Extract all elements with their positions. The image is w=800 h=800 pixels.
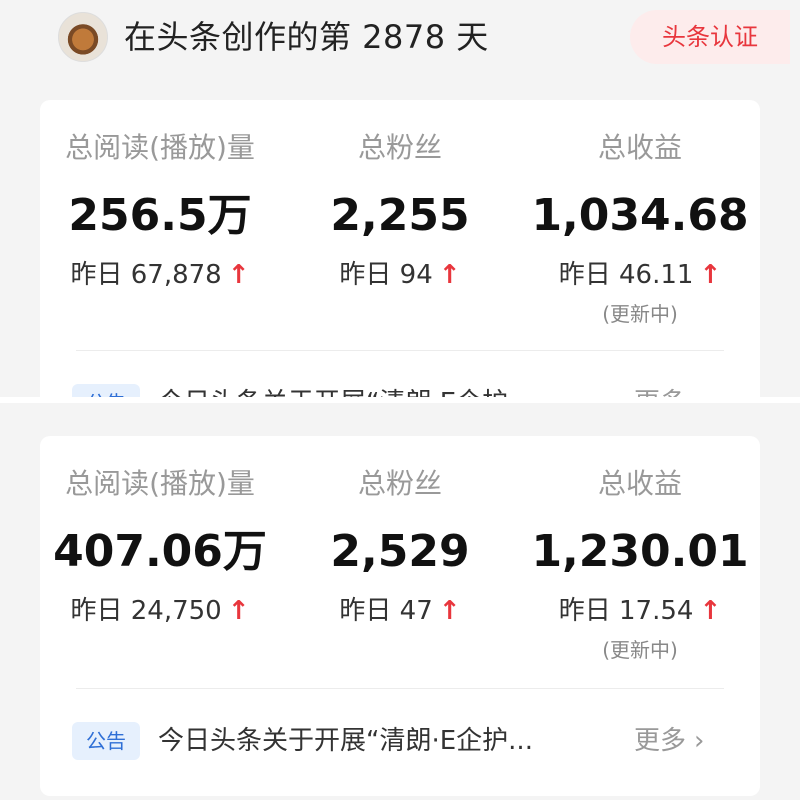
arrow-up-icon: ↑: [227, 260, 250, 290]
updating-note: (更新中): [602, 638, 678, 662]
stat-delta: 昨日 47 ↑: [280, 591, 520, 631]
announcement-tag: 公告: [72, 384, 140, 397]
stat-delta: 昨日 67,878 ↑: [40, 255, 280, 295]
stat-delta-text: 昨日 47: [339, 596, 433, 626]
divider: [76, 688, 724, 689]
stat-delta-text: 昨日 24,750: [70, 596, 222, 626]
stat-value: 407.06万: [53, 526, 267, 577]
stat-value: 256.5万: [68, 190, 252, 241]
stat-delta: 昨日 17.54 ↑: [520, 591, 760, 631]
bottom-panel: 总阅读(播放)量 407.06万 昨日 24,750 ↑ 总粉丝 2,529 昨日…: [0, 403, 800, 800]
stat-label: 总收益: [597, 467, 682, 500]
arrow-up-icon: ↑: [699, 596, 722, 626]
arrow-up-icon: ↑: [227, 596, 250, 626]
stat-value: 2,529: [330, 526, 470, 577]
chevron-right-icon: ›: [694, 726, 705, 756]
stat-label: 总阅读(播放)量: [65, 131, 255, 164]
divider: [76, 350, 724, 351]
more-link[interactable]: 更多›: [634, 720, 704, 762]
stat-delta: 昨日 94 ↑: [280, 255, 520, 295]
announcement-text[interactable]: 今日头条关于开展“清朗·E企护...: [158, 720, 626, 762]
more-label: 更多: [634, 388, 686, 397]
stat-label: 总收益: [597, 131, 682, 164]
stats-card: 总阅读(播放)量 256.5万 昨日 67,878 ↑ 总粉丝 2,255 昨日 …: [40, 100, 760, 397]
stat-delta-text: 昨日 46.11: [558, 260, 694, 290]
more-label: 更多: [634, 726, 687, 756]
stats-card: 总阅读(播放)量 407.06万 昨日 24,750 ↑ 总粉丝 2,529 昨日…: [40, 436, 760, 796]
more-link[interactable]: 更多 ›: [634, 382, 704, 397]
chevron-right-icon: ›: [694, 382, 704, 397]
stat-delta: 昨日 46.11 ↑: [520, 255, 760, 295]
updating-note: (更新中): [602, 302, 678, 326]
arrow-up-icon: ↑: [699, 260, 722, 290]
avatar[interactable]: [58, 12, 108, 62]
announcement-tag: 公告: [72, 722, 140, 760]
creator-header: 在头条创作的第 2878 天 头条认证: [0, 0, 800, 80]
stat-label: 总粉丝: [357, 467, 442, 500]
arrow-up-icon: ↑: [438, 260, 461, 290]
creator-days-title: 在头条创作的第 2878 天: [124, 18, 489, 56]
announcement-row[interactable]: 公告 今日头条关于开展“清朗·E企护... 更多 ›: [40, 716, 760, 766]
arrow-up-icon: ↑: [438, 596, 461, 626]
announcement-text[interactable]: 今日头条关于开展“清朗·E企护: [158, 382, 626, 397]
stat-label: 总粉丝: [357, 131, 442, 164]
stat-delta-text: 昨日 94: [339, 260, 433, 290]
announcement-row[interactable]: 公告 今日头条关于开展“清朗·E企护 更多 ›: [40, 378, 760, 397]
stat-delta: 昨日 24,750 ↑: [40, 591, 280, 631]
stat-label: 总阅读(播放)量: [65, 467, 255, 500]
stat-delta-text: 昨日 67,878: [70, 260, 222, 290]
stat-delta-text: 昨日 17.54: [558, 596, 694, 626]
stat-value: 1,034.68: [531, 190, 749, 241]
top-panel: 在头条创作的第 2878 天 头条认证 总阅读(播放)量 256.5万 昨日 6…: [0, 0, 800, 397]
stat-value: 1,230.01: [531, 526, 749, 577]
toutiao-certification-badge[interactable]: 头条认证: [630, 10, 790, 64]
stat-value: 2,255: [330, 190, 470, 241]
